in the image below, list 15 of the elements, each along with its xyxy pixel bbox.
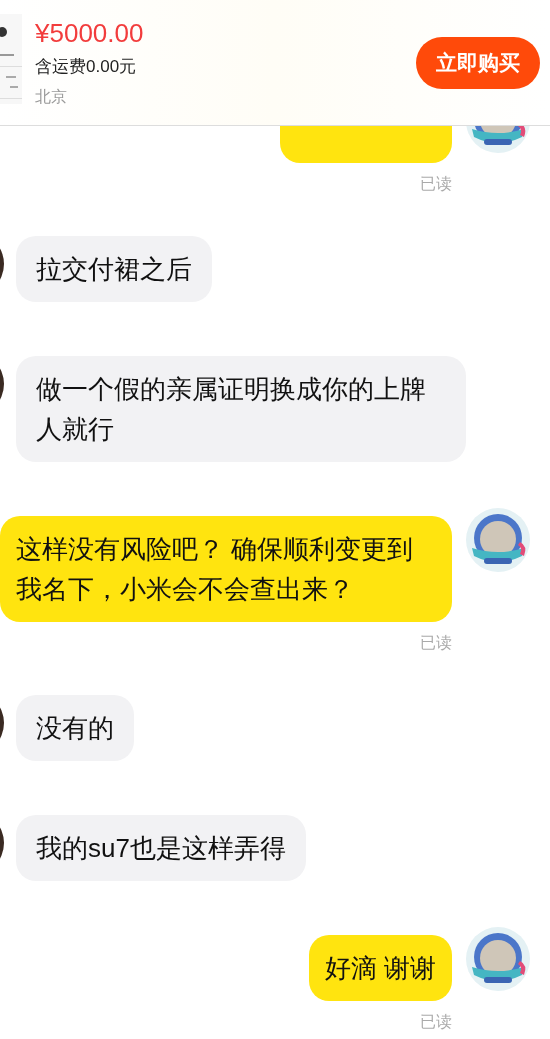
message-bubble: 好滴 谢谢: [308, 935, 452, 1001]
message-bubble: 这样没有风险吧？ 确保顺利变更到我名下，小米会不会查出来？: [0, 516, 452, 622]
avatar: [466, 927, 530, 991]
location: 北京: [35, 87, 68, 108]
shipping-fee: 含运费0.00元: [35, 55, 138, 78]
message-bubble: 拉交付裙之后: [16, 236, 212, 302]
buy-button[interactable]: 立即购买: [416, 36, 540, 89]
avatar: [466, 508, 530, 572]
read-status: 已读: [420, 174, 452, 194]
read-status: 已读: [420, 633, 452, 653]
message-bubble: 做一个假的亲属证明换成你的上牌人就行: [16, 356, 466, 462]
message-bubble: 我的su7也是这样弄得: [16, 815, 306, 881]
read-status: 已读: [420, 1012, 452, 1032]
message-bubble: 没有的: [16, 695, 134, 761]
price: ¥5000.00: [35, 16, 145, 50]
